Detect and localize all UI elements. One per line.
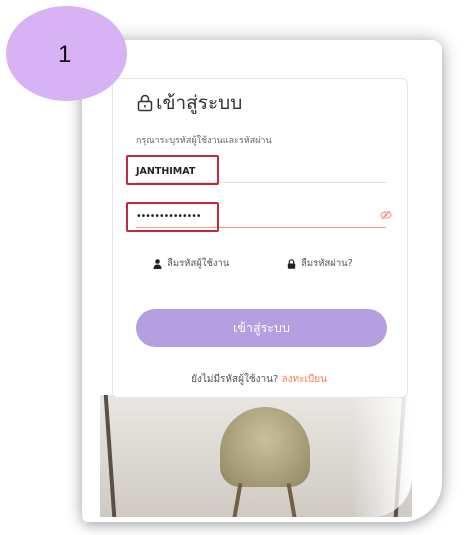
forgot-password-link[interactable]: ลืมรหัสผ่าน? xyxy=(287,256,353,271)
background-photo xyxy=(100,395,412,517)
login-title: เข้าสู่ระบบ xyxy=(136,88,242,118)
forgot-username-label: ลืมรหัสผู้ใช้งาน xyxy=(167,258,230,269)
login-card xyxy=(112,78,408,398)
step-number: 1 xyxy=(58,41,72,68)
password-highlight-box xyxy=(126,202,219,232)
login-title-text: เข้าสู่ระบบ xyxy=(156,92,243,114)
register-link[interactable]: ลงทะเบียน xyxy=(281,374,326,385)
lock-icon xyxy=(137,94,153,112)
lock-small-icon xyxy=(287,258,296,269)
chair-image xyxy=(220,407,310,487)
login-subtitle: กรุณาระบุรหัสผู้ใช้งานและรหัสผ่าน xyxy=(136,136,272,146)
forgot-username-link[interactable]: ลืมรหัสผู้ใช้งาน xyxy=(153,256,229,271)
table-leg xyxy=(103,395,117,517)
user-icon xyxy=(153,258,162,269)
forgot-password-label: ลืมรหัสผ่าน? xyxy=(301,258,353,269)
photo-fade xyxy=(352,395,412,517)
eye-slash-icon[interactable] xyxy=(380,209,392,221)
chair-leg xyxy=(231,482,243,517)
chair-leg xyxy=(286,482,298,517)
username-highlight-box xyxy=(126,155,219,185)
no-account-text: ยังไม่มีรหัสผู้ใช้งาน? xyxy=(191,374,279,385)
register-line: ยังไม่มีรหัสผู้ใช้งาน? ลงทะเบียน xyxy=(112,372,406,387)
login-button[interactable]: เข้าสู่ระบบ xyxy=(136,309,387,347)
login-button-label: เข้าสู่ระบบ xyxy=(233,320,290,335)
